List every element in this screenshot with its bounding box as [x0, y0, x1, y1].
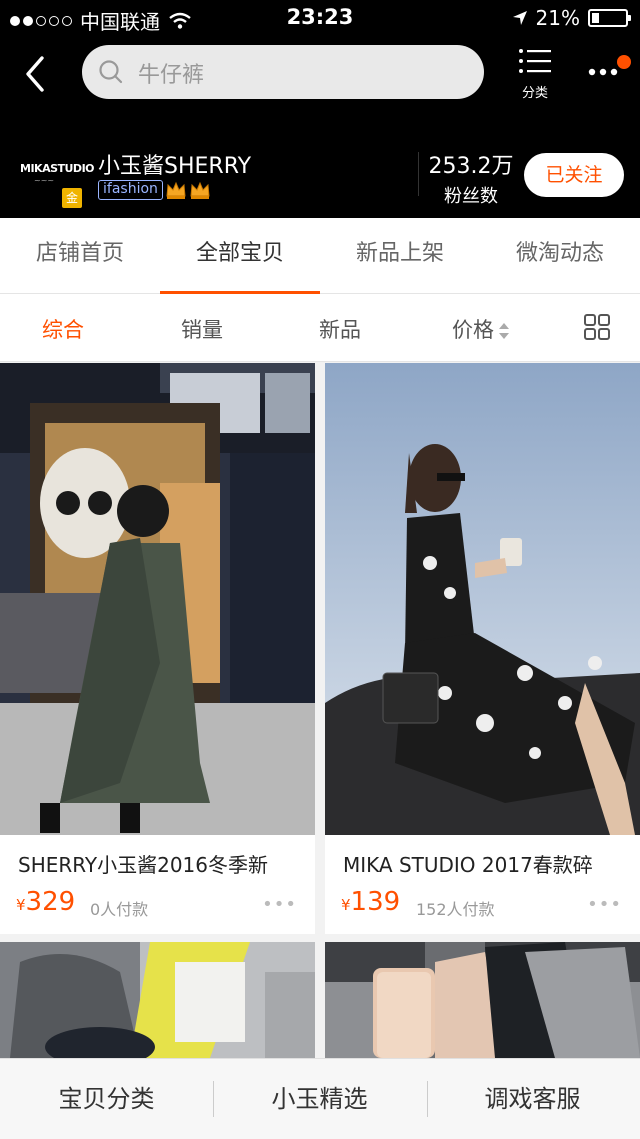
nav-bar: 牛仔裤 分类	[0, 36, 640, 126]
featured-picks-button[interactable]: 小玉精选	[213, 1059, 426, 1139]
ifashion-badge: ifashion	[98, 180, 163, 200]
sort-price-label: 价格	[452, 318, 494, 342]
bottom-bar: 宝贝分类 小玉精选 调戏客服	[0, 1058, 640, 1139]
shop-tabs: 店铺首页 全部宝贝 新品上架 微淘动态	[0, 218, 640, 294]
status-right: 21%	[512, 6, 631, 30]
battery-icon	[588, 9, 631, 27]
divider	[213, 1081, 214, 1117]
product-sales-count: 0人付款	[90, 900, 149, 919]
search-icon	[99, 60, 123, 84]
currency-symbol: ¥	[16, 896, 26, 914]
tab-new-arrivals[interactable]: 新品上架	[320, 218, 480, 293]
shop-header: MIKASTUDIO ~~~ 金 小玉酱SHERRY ifashion 253.…	[0, 126, 640, 218]
product-image	[0, 942, 315, 1058]
sort-price[interactable]: 价格	[452, 314, 510, 344]
location-arrow-icon	[512, 11, 527, 25]
product-card[interactable]: MIKA STUDIO 2017春款碎 ¥139 152人付款 •••	[325, 363, 640, 934]
search-input[interactable]: 牛仔裤	[82, 45, 484, 99]
category-label: 分类	[521, 86, 548, 101]
shop-name: 小玉酱SHERRY	[98, 154, 252, 179]
customer-service-button[interactable]: 调戏客服	[426, 1059, 639, 1139]
product-image	[325, 363, 640, 835]
shop-badges: ifashion	[98, 180, 211, 200]
search-placeholder: 牛仔裤	[138, 63, 205, 88]
currency-symbol: ¥	[341, 896, 351, 914]
category-button[interactable]: 分类	[514, 48, 556, 101]
sort-arrows-icon	[499, 323, 509, 339]
product-image	[325, 942, 640, 1058]
product-card[interactable]	[325, 942, 640, 1058]
list-icon	[519, 49, 551, 73]
product-price: ¥329	[16, 887, 75, 917]
item-categories-button[interactable]: 宝贝分类	[0, 1059, 213, 1139]
sort-overall[interactable]: 综合	[42, 314, 84, 344]
product-card[interactable]	[0, 942, 315, 1058]
crown-icon	[166, 181, 186, 199]
status-bar: 中国联通 23:23 21%	[0, 0, 640, 36]
sort-newest-label: 新品	[319, 318, 361, 342]
more-icon[interactable]: •••	[587, 894, 622, 915]
gold-seller-badge: 金	[62, 188, 82, 208]
fans-label: 粉丝数	[444, 186, 498, 207]
product-price: ¥139	[341, 887, 400, 917]
sort-sales[interactable]: 销量	[181, 314, 223, 344]
shop-logo[interactable]: MIKASTUDIO ~~~ 金	[20, 146, 95, 208]
follow-button[interactable]: 已关注	[524, 153, 624, 197]
price-value: 139	[350, 887, 401, 917]
tab-weitao-feed[interactable]: 微淘动态	[480, 218, 640, 293]
product-title: MIKA STUDIO 2017春款碎	[343, 853, 593, 877]
divider	[418, 152, 419, 196]
divider	[427, 1081, 428, 1117]
more-options-icon[interactable]	[586, 54, 634, 84]
battery-percent: 21%	[535, 6, 580, 30]
crown-icon	[190, 181, 210, 199]
battery-level-fill	[592, 13, 599, 23]
back-icon[interactable]	[18, 54, 52, 94]
product-title: SHERRY小玉酱2016冬季新	[18, 853, 268, 877]
tab-shop-home[interactable]: 店铺首页	[0, 218, 160, 293]
sort-bar: 综合 销量 新品 价格	[0, 294, 640, 362]
product-card[interactable]: SHERRY小玉酱2016冬季新 ¥329 0人付款 •••	[0, 363, 315, 934]
tab-all-items[interactable]: 全部宝贝	[160, 218, 320, 294]
product-sales-count: 152人付款	[416, 900, 495, 919]
shop-logo-text: MIKASTUDIO	[20, 162, 95, 175]
shop-logo-signature: ~~~	[34, 176, 55, 185]
fans-count-block: 253.2万 粉丝数	[426, 148, 516, 208]
product-image	[0, 363, 315, 835]
more-icon[interactable]: •••	[262, 894, 297, 915]
shop-page: 中国联通 23:23 21% 牛仔裤 分类 MIKASTUDIO ~~~ 金 小…	[0, 0, 640, 1139]
price-value: 329	[25, 887, 76, 917]
fans-count: 253.2万	[428, 154, 514, 179]
grid-view-icon[interactable]	[584, 314, 610, 340]
sort-newest[interactable]: 新品	[319, 314, 361, 344]
